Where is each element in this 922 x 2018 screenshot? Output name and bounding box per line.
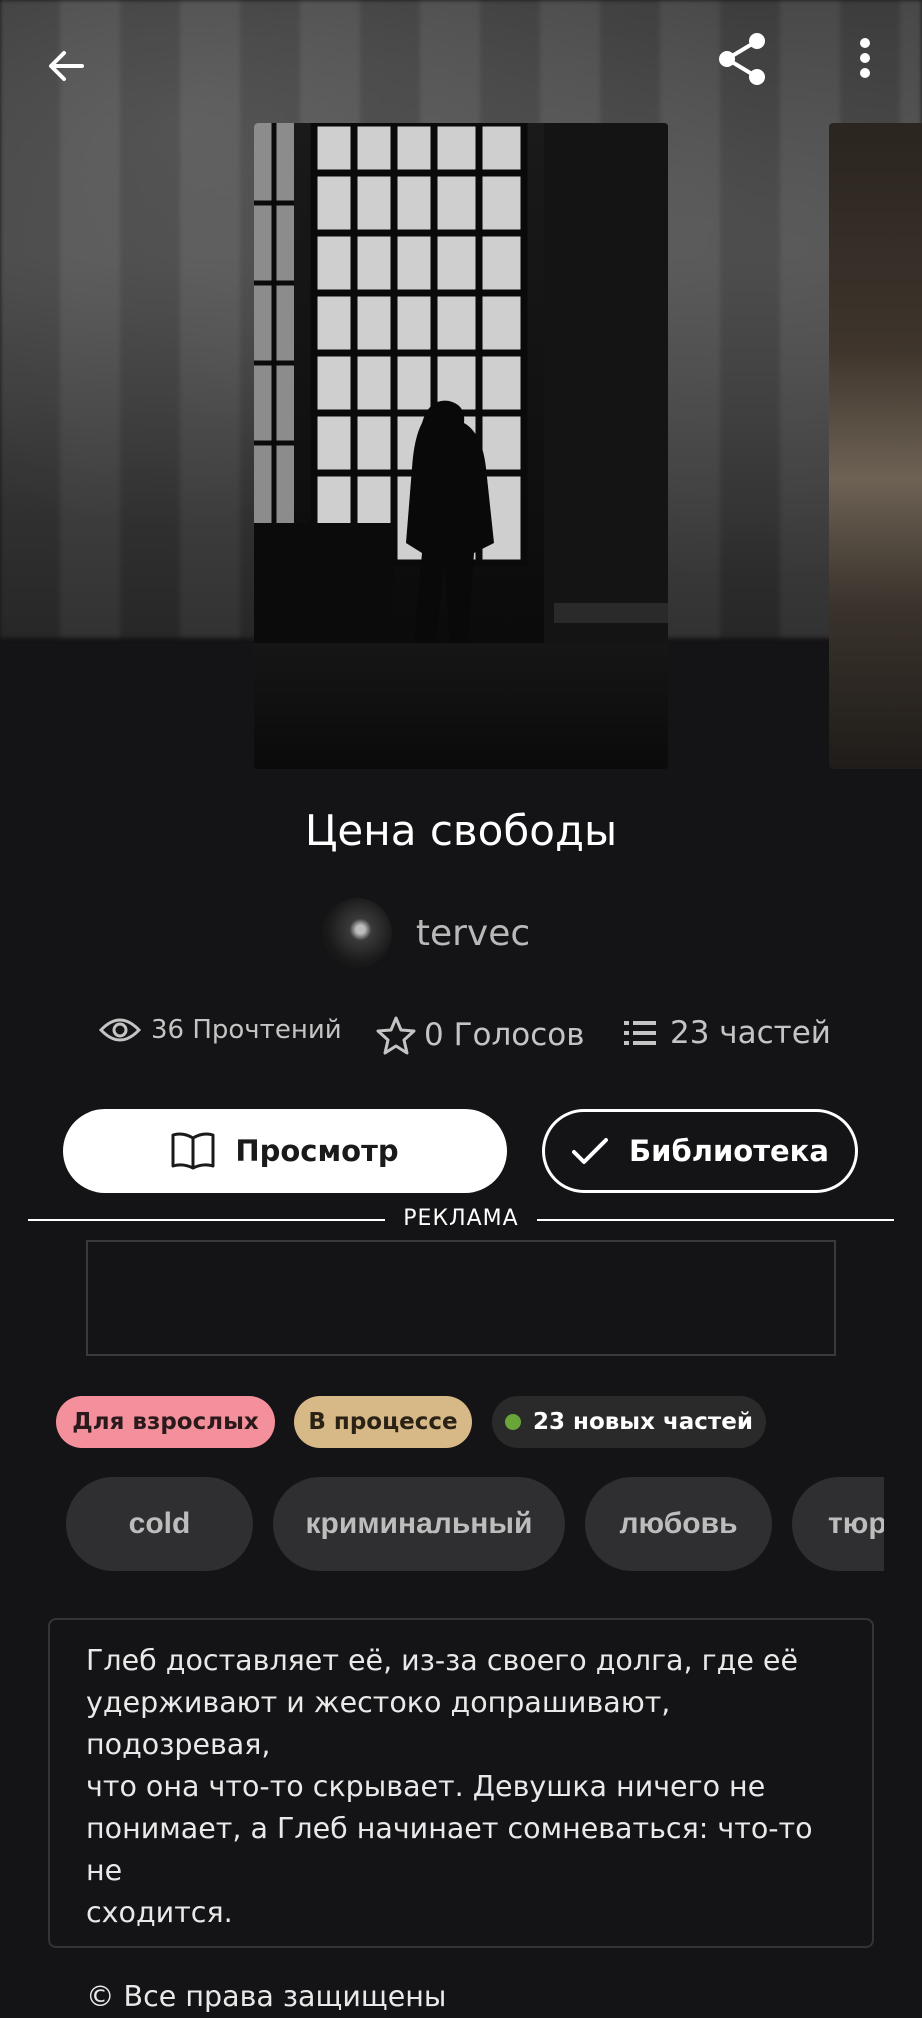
votes-stat: 0 Голосов [376, 1015, 585, 1055]
tag-chip[interactable]: любовь [585, 1477, 772, 1571]
parts-stat: 23 частей [624, 1015, 831, 1051]
reads-stat: 36 Прочтений [99, 1015, 342, 1045]
read-button[interactable]: Просмотр [63, 1109, 507, 1193]
book-icon [171, 1132, 215, 1170]
back-button[interactable] [36, 36, 96, 96]
more-button[interactable] [842, 30, 888, 86]
star-icon [376, 1016, 416, 1055]
description-box: Глеб доставляет её, из-за своего долга, … [48, 1618, 874, 2013]
arrow-left-icon [49, 51, 84, 81]
description-text: Глеб доставляет её, из-за своего долга, … [86, 1644, 813, 1929]
ad-divider-left [28, 1219, 385, 1221]
check-icon [572, 1138, 609, 1164]
cover-image [254, 123, 668, 769]
author-name[interactable]: tervec [416, 913, 530, 954]
ad-container[interactable] [86, 1240, 836, 1356]
reads-count: 36 Прочтений [151, 1015, 342, 1045]
tag-chip[interactable]: cold [66, 1477, 253, 1571]
eye-icon [99, 1018, 141, 1042]
library-button-label: Библиотека [629, 1134, 829, 1168]
library-button[interactable]: Библиотека [542, 1109, 858, 1193]
parts-count: 23 частей [670, 1015, 831, 1051]
next-story-cover[interactable] [829, 123, 922, 769]
tag-chip[interactable]: тюр [792, 1477, 884, 1571]
mature-badge: Для взрослых [56, 1396, 275, 1448]
story-cover[interactable] [254, 123, 668, 769]
new-indicator-dot [505, 1414, 522, 1430]
share-button[interactable] [710, 26, 776, 92]
new-parts-badge: 23 новых частей [492, 1396, 766, 1448]
more-vertical-icon [860, 38, 870, 78]
copyright-text: © Все права защищены [86, 1980, 447, 2013]
tag-chip[interactable]: криминальный [273, 1477, 565, 1571]
new-parts-label: 23 новых частей [533, 1409, 753, 1435]
share-icon [719, 33, 765, 85]
ad-label: РЕКЛАМА [403, 1206, 519, 1231]
votes-count: 0 Голосов [424, 1017, 585, 1053]
read-button-label: Просмотр [235, 1134, 399, 1168]
ad-divider-right [537, 1219, 894, 1221]
story-title: Цена свободы [304, 806, 618, 855]
list-icon [624, 1021, 656, 1045]
tag-list: cold криминальный любовь тюр [0, 1477, 884, 1571]
story-stats: 36 Прочтений 0 Голосов 23 частей [0, 1015, 922, 1059]
author-row[interactable]: tervec [0, 898, 922, 968]
author-avatar[interactable] [321, 898, 392, 968]
status-badge: В процессе [294, 1396, 472, 1448]
